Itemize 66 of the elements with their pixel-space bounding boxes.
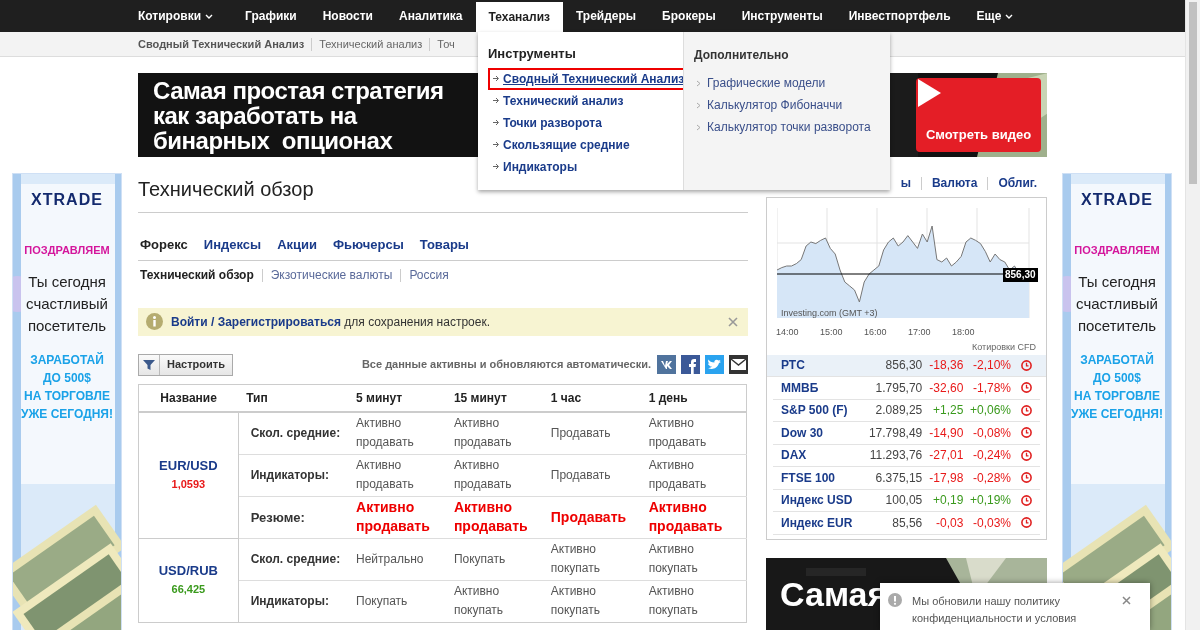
table-cell: Скол. средние: — [238, 538, 351, 580]
table-cell: Активно продавать — [642, 412, 747, 454]
ad-logo: XTRADE — [31, 190, 103, 210]
table-cell: Покупать — [350, 580, 448, 622]
table-cell: Активно покупать — [642, 580, 747, 622]
column-header: 15 минут — [447, 384, 545, 412]
table-cell: Активно продавать — [350, 454, 448, 496]
column-header: 1 час — [544, 384, 643, 412]
ad-offer: ДО 500$ — [42, 369, 92, 387]
ad-message: Ты сегодня — [1077, 271, 1157, 292]
table-cell: Активно покупать — [642, 538, 747, 580]
ad-headline: ПОЗДРАВЛЯЕМ — [24, 243, 110, 258]
axis-label: 17:00 — [908, 326, 931, 339]
status-text: Все данные активны и обновляются автоматически. — [361, 357, 651, 373]
menu-heading: Инструменты — [488, 45, 577, 63]
ad-offer: ДО 500$ — [1092, 369, 1142, 387]
price-text: 66,425 — [170, 582, 207, 597]
ad-offer: НА ТОРГОВЛЕ — [23, 387, 111, 405]
menu-heading: Дополнительно — [694, 47, 790, 64]
table-cell: Резюме: — [238, 496, 351, 538]
table-cell: Индикаторы: — [238, 454, 351, 496]
ad-offer: ЗАРАБОТАЙ — [1079, 351, 1155, 369]
column-header: Тип — [238, 384, 351, 412]
table-cell: Активно покупать — [544, 538, 643, 580]
table-cell: Продавать — [544, 496, 643, 538]
table-cell: Активно продавать — [642, 496, 747, 538]
ad-offer: УЖЕ СЕГОДНЯ! — [1071, 405, 1163, 423]
table-cell: Скол. средние: — [238, 412, 351, 454]
notice-text: Войти / Зарегистрироваться для сохранения настроек. — [171, 313, 491, 331]
table-cell: Покупать — [447, 538, 545, 580]
ad-offer: УЖЕ СЕГОДНЯ! — [21, 405, 113, 423]
ad-message: счастливый — [1076, 293, 1158, 314]
table-cell: Активно продавать — [447, 454, 545, 496]
axis-label: 18:00 — [952, 326, 975, 339]
table-cell: Нейтрально — [350, 538, 448, 580]
quotes-note: Котировки CFD — [971, 341, 1037, 354]
table-cell: Активно продавать — [350, 496, 448, 538]
table-cell: Активно продавать — [447, 496, 545, 538]
ad-message: счастливый — [26, 293, 108, 314]
axis-label: 16:00 — [864, 326, 887, 339]
table-cell: Активно продавать — [642, 454, 747, 496]
ad-message: Ты сегодня — [27, 271, 107, 292]
table-cell: Активно продавать — [447, 412, 545, 454]
banner-headline: как заработать на — [153, 103, 357, 128]
ad-headline: ПОЗДРАВЛЯЕМ — [1074, 243, 1160, 258]
banner-headline: бинарных опционах — [153, 128, 393, 153]
column-header: 5 минут — [350, 384, 448, 412]
column-header: 1 день — [642, 384, 747, 412]
table-cell: Продавать — [544, 412, 643, 454]
axis-label: 14:00 — [776, 326, 799, 339]
column-header: Название — [138, 384, 239, 412]
ad-offer: НА ТОРГОВЛЕ — [1073, 387, 1161, 405]
ad-offer: ЗАРАБОТАЙ — [29, 351, 105, 369]
table-cell: Активно покупать — [447, 580, 545, 622]
ad-message: посетитель — [1076, 315, 1158, 336]
table-cell: Активно покупать — [544, 580, 643, 622]
table-cell: Продавать — [544, 454, 643, 496]
ad-message: посетитель — [26, 315, 108, 336]
price-label: 856,30 — [1003, 268, 1038, 282]
price-text: 1,0593 — [170, 477, 207, 493]
ad-logo: XTRADE — [1081, 190, 1153, 210]
banner-headline: Самая простая стратегия — [153, 78, 444, 103]
chart-credit: Investing.com (GMT +3) — [781, 307, 878, 320]
axis-label: 15:00 — [820, 326, 843, 339]
table-cell: Индикаторы: — [238, 580, 351, 622]
table-cell: Активно продавать — [350, 412, 448, 454]
